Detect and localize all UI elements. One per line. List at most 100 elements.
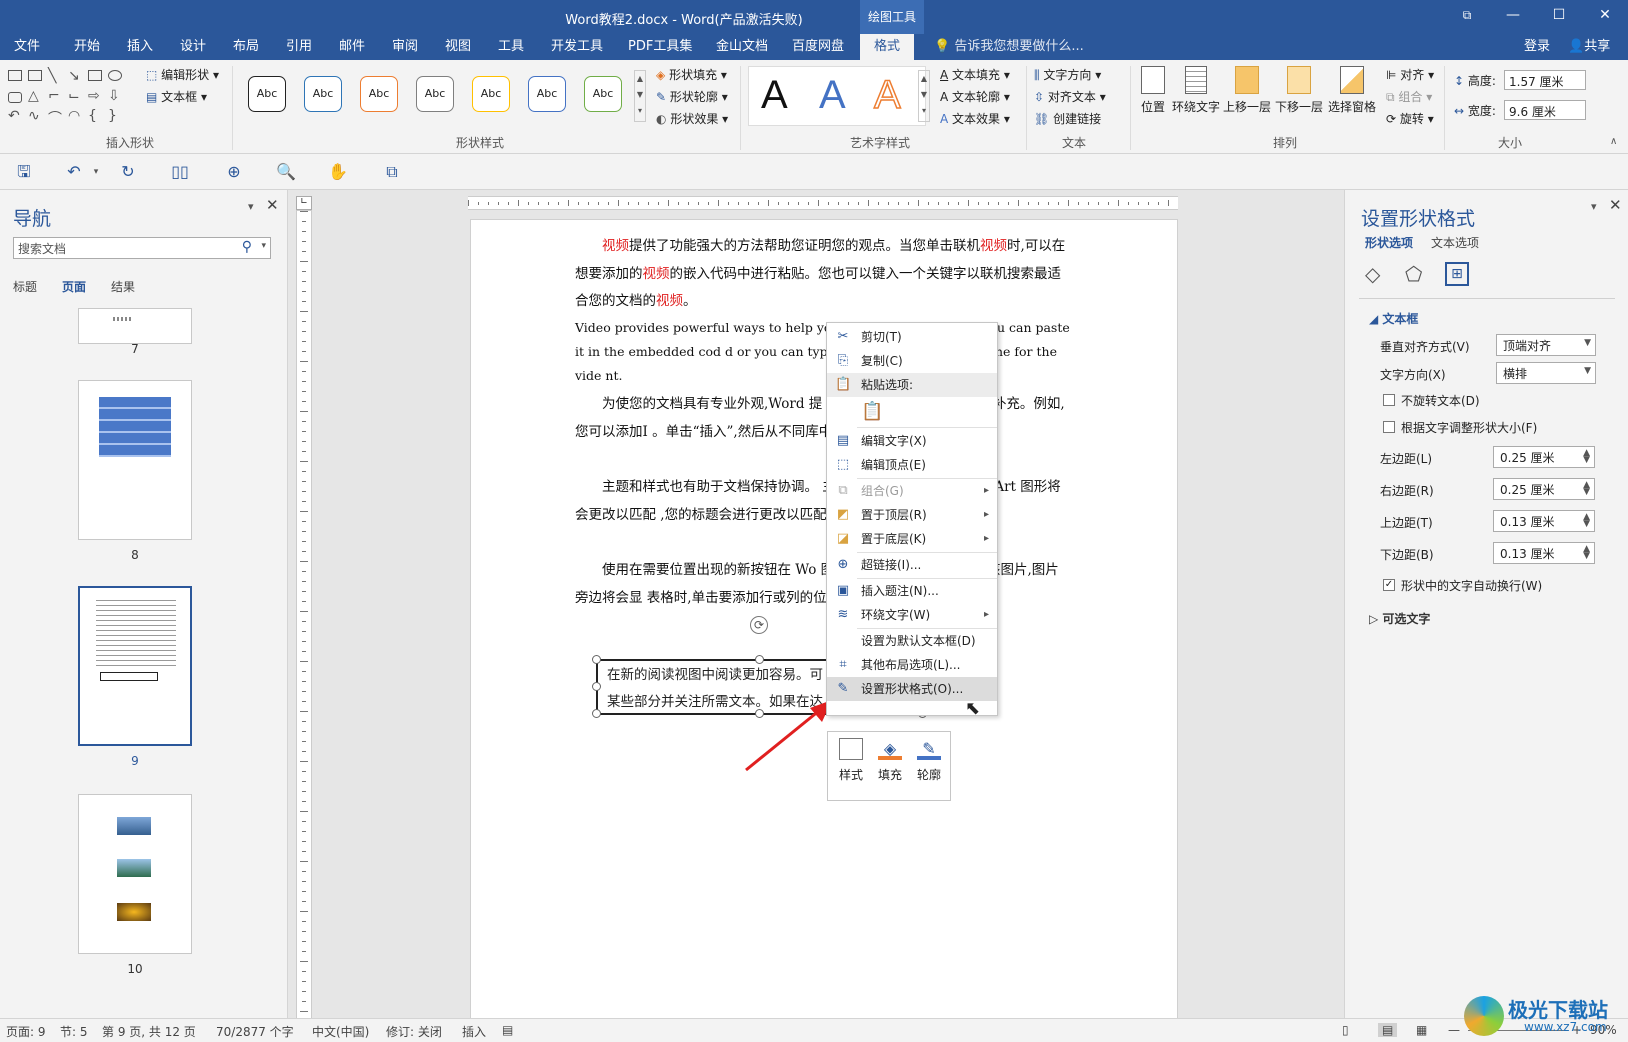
text-effect-button[interactable]: A 文本效果 ▾ [940,110,1010,127]
tab-file[interactable]: 文件 [14,34,40,60]
tab-design[interactable]: 设计 [180,34,206,60]
wordart-style-blue[interactable]: A [819,74,846,116]
menu-item-edit-text[interactable]: ▤ 编辑文字(X) [827,429,997,453]
freeform-icon[interactable]: ↶ [8,108,20,124]
web-layout-view-icon[interactable]: ▦ [1416,1023,1427,1037]
text-direction-button[interactable]: ⫼ 文字方向 ▾ [1034,66,1101,83]
undo-dropdown-icon[interactable]: ▾ [86,162,106,182]
shape-width-input[interactable]: 9.6 厘米 [1504,100,1586,120]
paste-keep-format-icon[interactable]: 📋 [861,401,883,425]
tab-pdf-tools[interactable]: PDF工具集 [628,34,692,60]
tab-review[interactable]: 审阅 [392,34,418,60]
menu-item-wrap-text[interactable]: ≋ 环绕文字(W) ▸ [827,603,997,627]
layout-properties-icon[interactable]: ⊞ [1445,262,1469,286]
autofit-checkbox[interactable] [1383,421,1395,433]
arc-icon[interactable]: ◠ [68,108,80,124]
tell-me-box[interactable]: 💡 告诉我您想要做什么... [934,34,1084,60]
section-textbox[interactable]: ◢ 文本框 [1369,310,1418,327]
position-button[interactable]: 位置 [1136,66,1170,115]
fill-line-icon[interactable]: ◇ [1365,262,1380,286]
page-thumbnail-10[interactable] [78,794,192,954]
scribble-icon[interactable]: ∿ [28,108,40,124]
customize-icon[interactable]: ⧉ [382,162,402,182]
undo-icon[interactable]: ↶ [64,162,84,182]
status-insert-mode[interactable]: 插入 [462,1023,486,1040]
menu-item-hyperlink[interactable]: ⊕ 超链接(I)... [827,553,997,577]
zoom-out-icon[interactable]: — [1448,1023,1460,1037]
shape-style-7[interactable]: Abc [584,76,622,112]
page-thumbnail-7[interactable] [78,308,192,344]
page-thumbnail-8[interactable] [78,380,192,540]
wrap-text-ribbon-button[interactable]: 环绕文字 [1170,66,1222,115]
vertical-textbox-icon[interactable] [28,70,42,81]
share-button[interactable]: 👤共享 [1568,34,1610,60]
style-gallery-scroll[interactable]: ▲ ▼ ▾ [634,70,646,122]
shape-gallery[interactable]: ╲ ↘ △ ⌐ ⌙ ⇨ ⇩ ↶ ∿ ⌒ ◠ { } [6,68,132,128]
text-direction-select[interactable]: 横排 ▼ [1496,362,1596,384]
nav-close-icon[interactable]: ✕ [266,196,279,214]
align-text-button[interactable]: ⇳ 对齐文本 ▾ [1034,88,1106,105]
resize-handle-bottom-left[interactable] [592,709,601,718]
section-alt-text[interactable]: ▷ 可选文字 [1369,610,1430,627]
mini-style-button[interactable]: 样式 [832,738,870,783]
triangle-shape-icon[interactable]: △ [28,88,39,104]
tab-selector-icon[interactable]: ∟ [296,196,312,210]
text-outline-button[interactable]: A 文本轮廓 ▾ [940,88,1010,105]
tab-home[interactable]: 开始 [74,34,100,60]
no-rotate-checkbox[interactable] [1383,394,1395,406]
tab-developer[interactable]: 开发工具 [551,34,603,60]
menu-item-insert-caption[interactable]: ▣ 插入题注(N)... [827,579,997,603]
read-mode-view-icon[interactable]: ▯ [1342,1023,1349,1037]
shape-effect-button[interactable]: ◐ 形状效果 ▾ [656,110,728,127]
paragraph-1[interactable]: 视频提供了功能强大的方法帮助您证明您的观点。当您单击联机视频时,可以在想要添加的… [575,233,1071,316]
shape-outline-button[interactable]: ✎ 形状轮廓 ▾ [656,88,728,105]
page-thumbnail-9[interactable] [78,586,192,746]
arrow-line-icon[interactable]: ↘ [68,68,80,84]
rotate-button[interactable]: ⟳ 旋转 ▾ [1386,110,1434,127]
search-dropdown-icon[interactable]: ▾ [261,241,266,251]
nav-tab-pages[interactable]: 页面 [62,278,86,295]
brace-right-icon[interactable]: } [108,108,117,124]
group-button[interactable]: ⧉ 组合 ▾ [1386,88,1432,105]
redo-icon[interactable]: ↻ [118,162,138,182]
right-arrow-shape-icon[interactable]: ⇨ [88,88,100,104]
left-margin-input[interactable]: 0.25 厘米 ▲ ▼ [1493,446,1595,468]
shape-style-6[interactable]: Abc [528,76,566,112]
mini-fill-button[interactable]: ◈ 填充 [871,738,909,783]
nav-options-icon[interactable]: ▾ [248,200,254,213]
rounded-rect-icon[interactable] [8,92,22,103]
touch-mode-icon[interactable]: ✋ [328,162,348,182]
tab-layout[interactable]: 布局 [233,34,259,60]
macro-record-icon[interactable]: ▤ [502,1023,513,1037]
close-button[interactable]: ✕ [1582,0,1628,30]
minimize-button[interactable]: — [1490,0,1536,30]
maximize-button[interactable]: ☐ [1536,0,1582,30]
text-fill-button[interactable]: A 文本填充 ▾ [940,66,1010,83]
nav-tab-results[interactable]: 结果 [111,278,135,295]
shape-style-4[interactable]: Abc [416,76,454,112]
tab-format[interactable]: 格式 [860,34,915,60]
oval-shape-icon[interactable] [108,70,122,81]
spinner-icon[interactable]: ▲ ▼ [1583,545,1590,561]
tab-shape-options[interactable]: 形状选项 [1365,234,1413,251]
bring-forward-button[interactable]: 上移一层 [1222,66,1272,115]
status-page-of[interactable]: 第 9 页, 共 12 页 [102,1023,196,1040]
rectangle-shape-icon[interactable] [88,70,102,81]
selection-pane-button[interactable]: 选择窗格 [1326,66,1378,115]
tab-text-options[interactable]: 文本选项 [1431,234,1479,251]
tab-baidu-pan[interactable]: 百度网盘 [792,34,844,60]
status-language[interactable]: 中文(中国) [312,1023,369,1040]
nav-search-input[interactable]: 搜索文档 ⚲ ▾ [13,237,271,259]
nav-tab-headings[interactable]: 标题 [13,278,37,295]
resize-handle-top-left[interactable] [592,655,601,664]
restore-ribbon-icon[interactable]: ⧉ [1444,0,1490,30]
curve-icon[interactable]: ⌒ [48,108,62,128]
wordart-gallery-scroll[interactable]: ▲ ▼ ▾ [918,70,930,122]
collapse-ribbon-icon[interactable]: ∧ [1610,136,1617,147]
shape-style-1[interactable]: Abc [248,76,286,112]
menu-item-bring-to-front[interactable]: ◩ 置于顶层(R) ▸ [827,503,997,527]
wordart-style-orange-outline[interactable]: A [873,73,901,117]
menu-item-group[interactable]: ⧉ 组合(G) ▸ [827,479,997,503]
rotate-handle-icon[interactable]: ⟳ [750,616,768,634]
shape-style-5[interactable]: Abc [472,76,510,112]
